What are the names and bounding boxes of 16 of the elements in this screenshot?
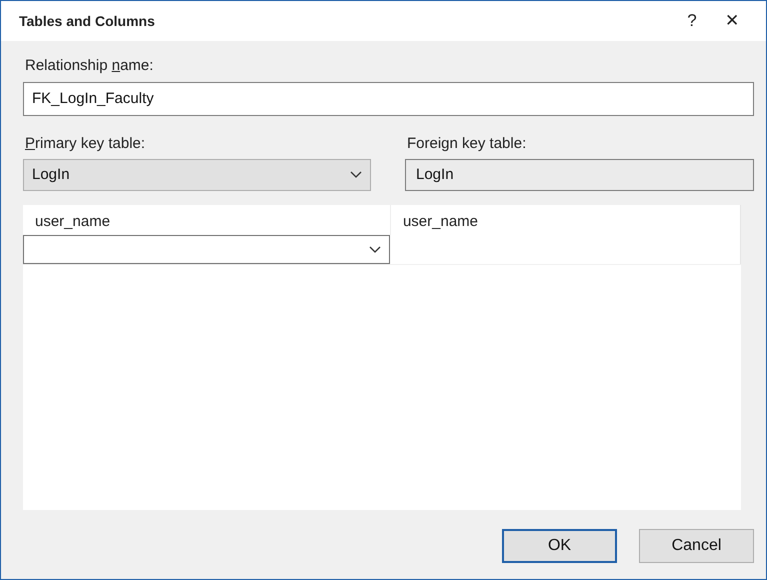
close-button[interactable]: ✕ bbox=[712, 8, 752, 34]
chevron-icon bbox=[350, 171, 362, 179]
column-dropdown[interactable] bbox=[23, 235, 390, 264]
window-title: Tables and Columns bbox=[19, 12, 156, 30]
primary-table-dropdown[interactable]: LogIn bbox=[23, 159, 371, 191]
cancel-button[interactable]: Cancel bbox=[639, 529, 754, 563]
field-label: Foreign key table: bbox=[407, 134, 526, 154]
ok-button[interactable]: OK bbox=[502, 529, 617, 563]
relationship-name-field[interactable]: FK_LogIn_Faculty bbox=[23, 82, 754, 116]
column-header: user_name bbox=[390, 205, 741, 235]
field-label: Primary key table: bbox=[25, 134, 146, 154]
column-header: user_name bbox=[34, 212, 112, 232]
field-label: Relationship name: bbox=[25, 56, 154, 76]
chevron-icon bbox=[369, 246, 381, 254]
foreign-table-field: LogIn bbox=[405, 159, 754, 191]
help-button[interactable]: ? bbox=[672, 8, 712, 34]
